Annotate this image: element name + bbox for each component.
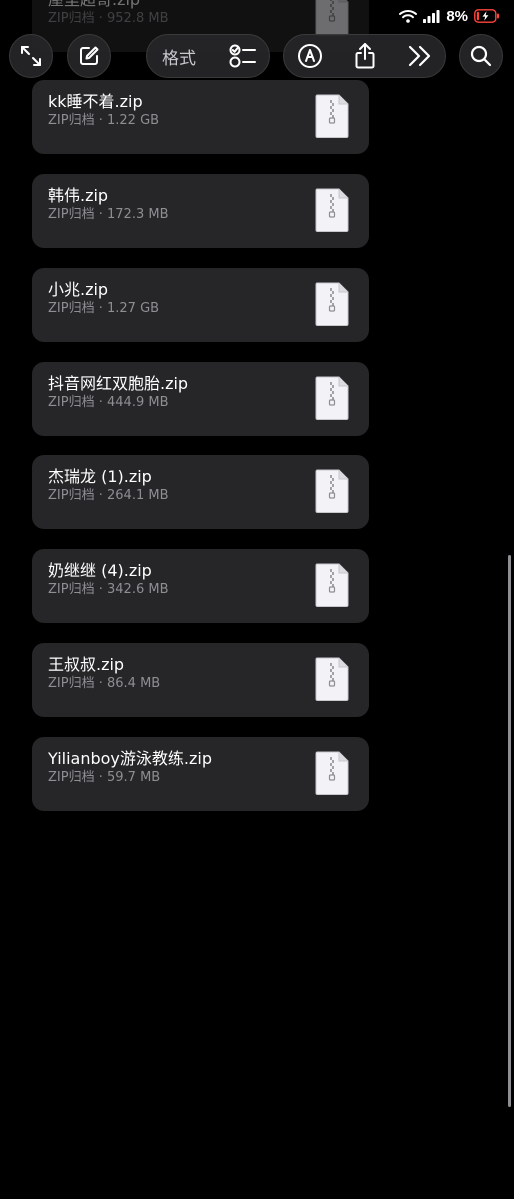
zip-file-icon xyxy=(315,94,349,138)
battery-charging-icon xyxy=(474,9,499,23)
file-card[interactable]: 小兆.zip ZIP归档 · 1.27 GB xyxy=(32,268,369,342)
status-bar: 8% xyxy=(399,6,500,26)
checklist-icon xyxy=(229,44,256,68)
file-card[interactable]: Yilianboy游泳教练.zip ZIP归档 · 59.7 MB xyxy=(32,737,369,811)
file-card[interactable]: 杰瑞龙 (1).zip ZIP归档 · 264.1 MB xyxy=(32,455,369,529)
format-label: 格式 xyxy=(162,48,196,69)
expand-button[interactable] xyxy=(9,34,53,78)
share-button[interactable] xyxy=(341,35,389,77)
expand-icon xyxy=(21,46,41,66)
file-meta: ZIP归档 · 444.9 MB xyxy=(48,395,169,410)
zip-file-icon xyxy=(315,282,349,326)
file-meta: ZIP归档 · 264.1 MB xyxy=(48,488,169,503)
scrollbar[interactable] xyxy=(508,555,511,1107)
file-meta: ZIP归档 · 1.22 GB xyxy=(48,113,160,128)
zip-file-icon xyxy=(315,0,349,36)
file-meta: ZIP归档 · 86.4 MB xyxy=(48,676,161,691)
wifi-icon xyxy=(399,10,418,23)
file-meta: ZIP归档 · 1.27 GB xyxy=(48,301,160,316)
signal-icon xyxy=(423,9,440,23)
chevrons-right-icon xyxy=(408,45,431,67)
zip-file-icon xyxy=(315,469,349,513)
file-card[interactable]: kk睡不着.zip ZIP归档 · 1.22 GB xyxy=(32,80,369,154)
file-meta: ZIP归档 · 952.8 MB xyxy=(48,11,169,26)
format-button[interactable]: 格式 xyxy=(147,35,211,77)
file-card[interactable]: 抖音网红双胞胎.zip ZIP归档 · 444.9 MB xyxy=(32,362,369,436)
search-icon xyxy=(470,45,492,67)
file-meta: ZIP归档 · 59.7 MB xyxy=(48,770,161,785)
zip-file-icon xyxy=(315,563,349,607)
compose-icon xyxy=(80,46,99,65)
file-card[interactable]: 奶继继 (4).zip ZIP归档 · 342.6 MB xyxy=(32,549,369,623)
format-toolbar-group: 格式 xyxy=(146,34,270,78)
compose-button[interactable] xyxy=(67,34,111,78)
zip-file-icon xyxy=(315,657,349,701)
file-card[interactable]: 韩伟.zip ZIP归档 · 172.3 MB xyxy=(32,174,369,248)
search-button[interactable] xyxy=(459,34,503,78)
more-button[interactable] xyxy=(396,35,444,77)
zip-file-icon xyxy=(315,751,349,795)
markup-button[interactable] xyxy=(286,35,334,77)
checklist-button[interactable] xyxy=(217,35,269,77)
battery-percent: 8% xyxy=(446,7,468,25)
file-card[interactable]: 王叔叔.zip ZIP归档 · 86.4 MB xyxy=(32,643,369,717)
zip-file-icon xyxy=(315,188,349,232)
zip-file-icon xyxy=(315,376,349,420)
markup-icon xyxy=(298,44,322,68)
actions-toolbar-group xyxy=(283,34,446,78)
file-meta: ZIP归档 · 342.6 MB xyxy=(48,582,169,597)
share-icon xyxy=(355,43,375,69)
file-meta: ZIP归档 · 172.3 MB xyxy=(48,207,169,222)
